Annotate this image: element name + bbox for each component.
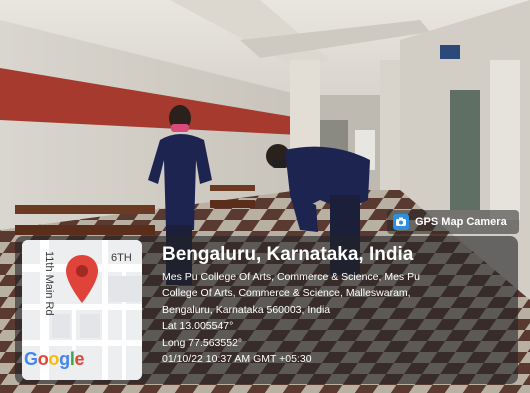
timestamp: 01/10/22 10:37 AM GMT +05:30 — [162, 353, 312, 366]
map-thumbnail: 11th Main Rd 6TH Google — [22, 240, 142, 380]
map-pin-icon — [66, 255, 98, 303]
map-road-label-vertical: 11th Main Rd — [43, 251, 55, 316]
map-road-label-horizontal: 6TH — [111, 252, 132, 264]
gps-map-camera-badge: GPS Map Camera — [387, 210, 519, 234]
gps-map-camera-label: GPS Map Camera — [415, 216, 507, 228]
longitude: Long 77.563552° — [162, 336, 243, 349]
address-line-1: Mes Pu College Of Arts, Commerce & Scien… — [162, 271, 420, 283]
map-camera-icon — [393, 214, 409, 230]
address-line-2: College Of Arts, Commerce & Science, Mal… — [162, 287, 411, 300]
latitude: Lat 13.005547° — [162, 320, 234, 333]
photo: GPS Map Camera 11th Main Rd 6TH Google B… — [0, 0, 530, 393]
google-logo: Google — [24, 349, 85, 369]
location-details: Bengaluru, Karnataka, India Mes Pu Colle… — [162, 244, 514, 367]
address-line-3: Bengaluru, Karnataka 560003, India — [162, 303, 331, 316]
location-title: Bengaluru, Karnataka, India — [162, 244, 414, 265]
